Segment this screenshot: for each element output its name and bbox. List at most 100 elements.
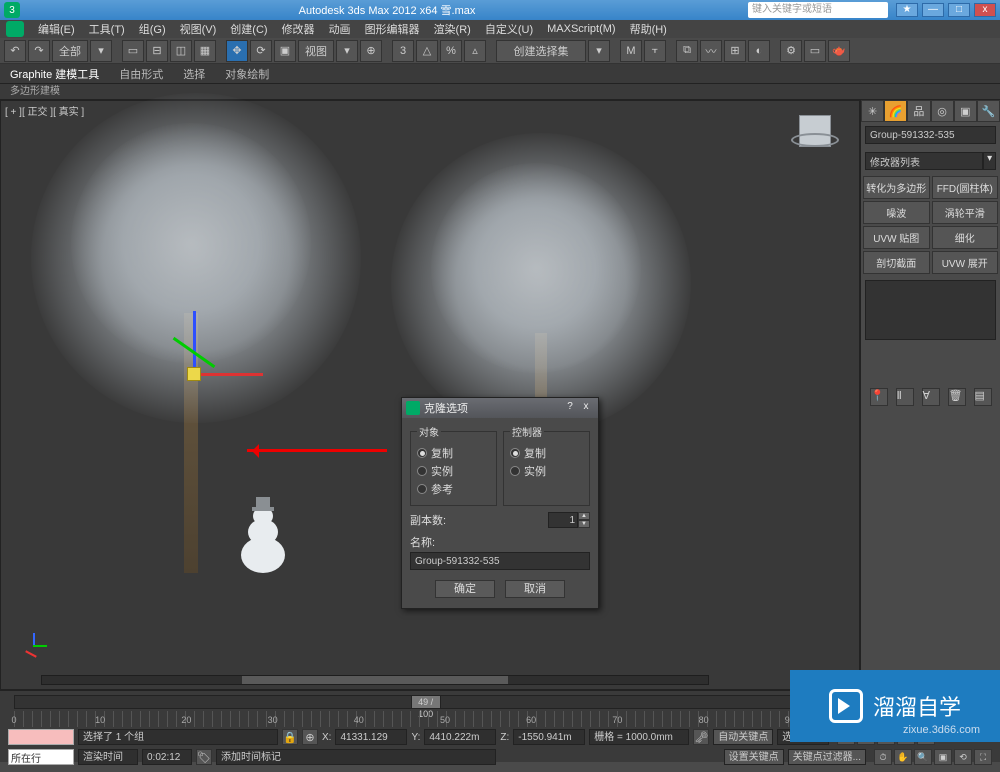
undo-button[interactable]: ↶ — [4, 40, 26, 62]
menu-modifiers[interactable]: 修改器 — [282, 21, 315, 37]
dialog-close-button[interactable]: x — [578, 401, 594, 415]
autokey-button[interactable]: 自动关键点 — [713, 729, 773, 745]
nav-maximize-icon[interactable]: ⛶ — [974, 749, 992, 765]
percent-snap-button[interactable]: % — [440, 40, 462, 62]
viewport[interactable]: [ + ][ 正交 ][ 真实 ] — [0, 100, 860, 690]
app-menu-button[interactable] — [6, 21, 24, 37]
help-icon[interactable]: ★ — [896, 3, 918, 17]
app-icon[interactable]: 3 — [4, 2, 20, 18]
time-config-button[interactable]: ⏱ — [874, 749, 892, 765]
named-selection[interactable]: 创建选择集 — [496, 40, 586, 62]
angle-snap-button[interactable]: △ — [416, 40, 438, 62]
material-editor-button[interactable]: ◐ — [748, 40, 770, 62]
menu-create[interactable]: 创建(C) — [230, 21, 267, 37]
panel-tab-motion[interactable]: ◎ — [931, 100, 954, 122]
dropdown-icon[interactable]: ▾ — [588, 40, 610, 62]
viewcube[interactable] — [791, 111, 839, 159]
x-value[interactable]: 41331.129 — [335, 729, 407, 745]
redo-button[interactable]: ↷ — [28, 40, 50, 62]
radio-reference[interactable]: 参考 — [417, 481, 490, 497]
scale-button[interactable]: ▣ — [274, 40, 296, 62]
snap-button[interactable]: 3 — [392, 40, 414, 62]
pin-stack-icon[interactable]: 📍 — [870, 388, 888, 406]
panel-tab-hierarchy[interactable]: 品 — [907, 100, 930, 122]
panel-tab-create[interactable]: ✳ — [861, 100, 884, 122]
setkey-button[interactable]: 设置关键点 — [724, 749, 784, 765]
dropdown-icon[interactable]: ▾ — [983, 152, 996, 170]
copies-input[interactable] — [548, 512, 578, 528]
menu-render[interactable]: 渲染(R) — [434, 21, 471, 37]
minimize-button[interactable]: — — [922, 3, 944, 17]
add-time-tag[interactable]: 添加时间标记 — [216, 749, 496, 765]
render-button[interactable]: 🫖 — [828, 40, 850, 62]
nav-orbit-icon[interactable]: ⟲ — [954, 749, 972, 765]
name-input[interactable] — [410, 552, 590, 570]
minilistener-input[interactable]: 所在行 — [8, 749, 74, 765]
move-button[interactable]: ✥ — [226, 40, 248, 62]
window-crossing-button[interactable]: ▦ — [194, 40, 216, 62]
y-value[interactable]: 4410.222m — [424, 729, 496, 745]
btn-ffd[interactable]: FFD(圆柱体) — [932, 176, 999, 199]
panel-tab-display[interactable]: ▣ — [954, 100, 977, 122]
align-button[interactable]: ⫟ — [644, 40, 666, 62]
close-button[interactable]: x — [974, 3, 996, 17]
spinner-down[interactable]: ▼ — [578, 520, 590, 528]
menu-maxscript[interactable]: MAXScript(M) — [547, 23, 615, 35]
dropdown-icon[interactable]: ▾ — [336, 40, 358, 62]
selection-scope[interactable]: 全部 — [52, 40, 88, 62]
keyfilter-button[interactable]: 关键点过滤器... — [788, 749, 866, 765]
modifier-list[interactable] — [865, 152, 983, 170]
menu-group[interactable]: 组(G) — [139, 21, 166, 37]
lock-selection-icon[interactable]: 🔒 — [282, 729, 298, 745]
schematic-button[interactable]: ⊞ — [724, 40, 746, 62]
curve-editor-button[interactable]: 〰 — [700, 40, 722, 62]
select-button[interactable]: ▭ — [122, 40, 144, 62]
rotate-button[interactable]: ⟳ — [250, 40, 272, 62]
copies-spinner[interactable]: ▲▼ — [548, 512, 590, 528]
transform-gizmo[interactable] — [159, 311, 249, 401]
time-slider[interactable]: 49 / 100 — [14, 695, 876, 709]
layers-button[interactable]: ⧉ — [676, 40, 698, 62]
btn-tessellate[interactable]: 细化 — [932, 226, 999, 249]
nav-pan-icon[interactable]: ✋ — [894, 749, 912, 765]
btn-uvwunwrap[interactable]: UVW 展开 — [932, 251, 999, 274]
maximize-button[interactable]: □ — [948, 3, 970, 17]
btn-editpoly[interactable]: 转化为多边形 — [863, 176, 930, 199]
btn-noise[interactable]: 噪波 — [863, 201, 930, 224]
select-name-button[interactable]: ⊟ — [146, 40, 168, 62]
modifier-stack[interactable] — [865, 280, 996, 340]
key-mode-icon[interactable]: 🗝 — [693, 729, 709, 745]
dialog-titlebar[interactable]: 克隆选项 ? x — [402, 398, 598, 418]
cancel-button[interactable]: 取消 — [505, 580, 565, 598]
tab-graphite[interactable]: Graphite 建模工具 — [10, 66, 99, 82]
absolute-mode-icon[interactable]: ⊕ — [302, 729, 318, 745]
nav-zoomext-icon[interactable]: ▣ — [934, 749, 952, 765]
panel-tab-utilities[interactable]: 🔧 — [977, 100, 1000, 122]
ok-button[interactable]: 确定 — [435, 580, 495, 598]
mirror-button[interactable]: М — [620, 40, 642, 62]
menu-graph[interactable]: 图形编辑器 — [365, 21, 420, 37]
nav-zoom-icon[interactable]: 🔍 — [914, 749, 932, 765]
remove-modifier-icon[interactable]: 🗑 — [948, 388, 966, 406]
menu-tools[interactable]: 工具(T) — [89, 21, 125, 37]
btn-turbosmooth[interactable]: 涡轮平滑 — [932, 201, 999, 224]
ref-coord-button[interactable]: 视图 — [298, 40, 334, 62]
menu-view[interactable]: 视图(V) — [180, 21, 217, 37]
menu-animation[interactable]: 动画 — [329, 21, 351, 37]
dialog-help-button[interactable]: ? — [562, 401, 578, 415]
menu-edit[interactable]: 编辑(E) — [38, 21, 75, 37]
radio-copy[interactable]: 复制 — [417, 445, 490, 461]
configure-icon[interactable]: ▤ — [974, 388, 992, 406]
tab-selection[interactable]: 选择 — [183, 66, 205, 82]
select-region-button[interactable]: ◫ — [170, 40, 192, 62]
time-tag-icon[interactable]: 🏷 — [196, 749, 212, 765]
time-ruler[interactable]: 0 10 20 30 40 50 60 70 80 90 100 — [14, 711, 876, 727]
show-end-result-icon[interactable]: Ⅱ — [896, 388, 914, 406]
viewport-scrollbar-h[interactable] — [41, 675, 709, 685]
btn-uvwmap[interactable]: UVW 贴图 — [863, 226, 930, 249]
dropdown-icon[interactable]: ▾ — [90, 40, 112, 62]
spinner-up[interactable]: ▲ — [578, 512, 590, 520]
radio-instance[interactable]: 实例 — [417, 463, 490, 479]
z-value[interactable]: -1550.941m — [513, 729, 585, 745]
tab-freeform[interactable]: 自由形式 — [119, 66, 163, 82]
